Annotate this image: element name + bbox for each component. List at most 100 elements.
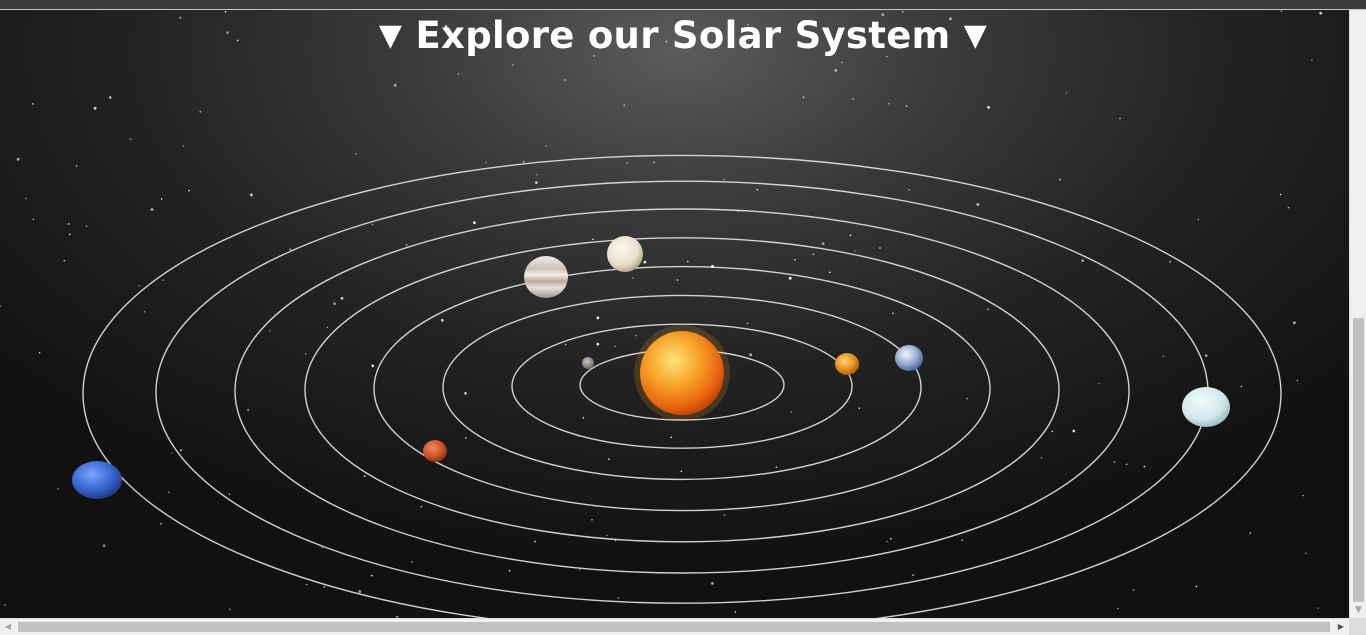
star <box>841 61 843 64</box>
star <box>305 583 308 586</box>
star <box>901 11 904 13</box>
star <box>890 537 892 540</box>
star <box>1132 589 1135 591</box>
scroll-left-arrow-icon[interactable]: ◀ <box>0 619 16 635</box>
star <box>592 238 594 241</box>
star <box>905 105 908 107</box>
star <box>635 334 637 337</box>
star <box>1279 193 1282 196</box>
star <box>1059 178 1061 181</box>
star <box>788 276 792 280</box>
star <box>371 223 374 226</box>
vertical-scrollbar-thumb[interactable] <box>1353 318 1364 602</box>
triangle-down-icon: ▼ <box>378 18 403 53</box>
browser-top-bar <box>0 0 1366 10</box>
star <box>892 312 894 315</box>
star <box>138 284 141 287</box>
star <box>564 343 567 346</box>
star <box>1287 206 1290 209</box>
star <box>323 586 326 588</box>
star <box>1305 552 1307 554</box>
horizontal-scrollbar[interactable]: ◀ ▶ <box>0 618 1349 635</box>
star <box>75 165 78 167</box>
star <box>1296 379 1299 382</box>
star <box>912 574 914 576</box>
star <box>1051 430 1054 433</box>
star <box>775 466 778 468</box>
planet-layer <box>72 236 1230 499</box>
sun-icon[interactable] <box>640 331 724 415</box>
star <box>16 157 20 161</box>
star <box>326 326 329 329</box>
star <box>749 353 752 357</box>
venus-icon[interactable] <box>835 353 859 375</box>
star <box>687 260 689 263</box>
star <box>160 198 163 200</box>
star <box>1065 92 1068 94</box>
star <box>25 197 27 200</box>
star <box>723 514 726 516</box>
star <box>32 103 34 105</box>
star <box>393 83 397 87</box>
star <box>643 260 647 264</box>
uranus-icon[interactable] <box>1182 387 1230 427</box>
solar-system-scene[interactable] <box>0 10 1349 618</box>
star <box>670 436 673 439</box>
star <box>1317 607 1319 609</box>
horizontal-scrollbar-thumb[interactable] <box>18 622 1330 632</box>
star <box>371 364 375 368</box>
star <box>858 407 861 410</box>
mars-icon[interactable] <box>423 440 447 462</box>
star <box>1280 10 1283 12</box>
vertical-scrollbar[interactable]: ▼ <box>1349 10 1366 618</box>
star <box>1195 585 1198 588</box>
star <box>888 102 890 105</box>
mercury-icon[interactable] <box>582 357 594 369</box>
star <box>711 582 714 585</box>
star <box>63 259 66 262</box>
star <box>182 145 185 147</box>
star <box>269 330 271 332</box>
star <box>250 193 253 197</box>
scroll-right-arrow-icon[interactable]: ▶ <box>1333 619 1349 635</box>
page-title-text: Explore our Solar System <box>415 14 951 57</box>
star <box>680 470 683 473</box>
star <box>180 449 182 452</box>
star <box>578 569 581 571</box>
star <box>129 138 132 140</box>
starfield <box>0 10 1323 618</box>
star <box>420 505 423 508</box>
scrollbar-corner <box>1349 618 1366 634</box>
star <box>1081 259 1085 262</box>
star <box>564 79 567 81</box>
star <box>591 519 593 521</box>
star <box>608 458 610 461</box>
star <box>614 345 617 348</box>
star <box>32 218 35 220</box>
star <box>188 189 190 192</box>
neptune-icon[interactable] <box>72 461 122 499</box>
star <box>38 352 41 354</box>
star <box>623 104 625 106</box>
solar-system-viewport[interactable]: ▼ Explore our Solar System ▼ <box>0 10 1349 618</box>
jupiter-icon[interactable] <box>524 256 568 298</box>
earth-icon[interactable] <box>895 345 923 371</box>
star <box>68 223 70 225</box>
star <box>879 247 881 249</box>
triangle-down-icon: ▼ <box>963 18 988 53</box>
star <box>653 161 655 164</box>
star <box>405 244 408 246</box>
star <box>228 493 231 495</box>
star <box>363 475 366 477</box>
star <box>1204 354 1208 357</box>
star <box>1143 465 1146 468</box>
scroll-down-arrow-icon[interactable]: ▼ <box>1350 604 1366 616</box>
star <box>534 540 536 543</box>
star <box>465 437 467 439</box>
saturn-icon[interactable] <box>607 236 643 272</box>
star <box>440 318 444 322</box>
star <box>802 96 805 98</box>
star <box>1040 456 1043 459</box>
star <box>102 544 106 548</box>
star <box>1197 218 1200 221</box>
